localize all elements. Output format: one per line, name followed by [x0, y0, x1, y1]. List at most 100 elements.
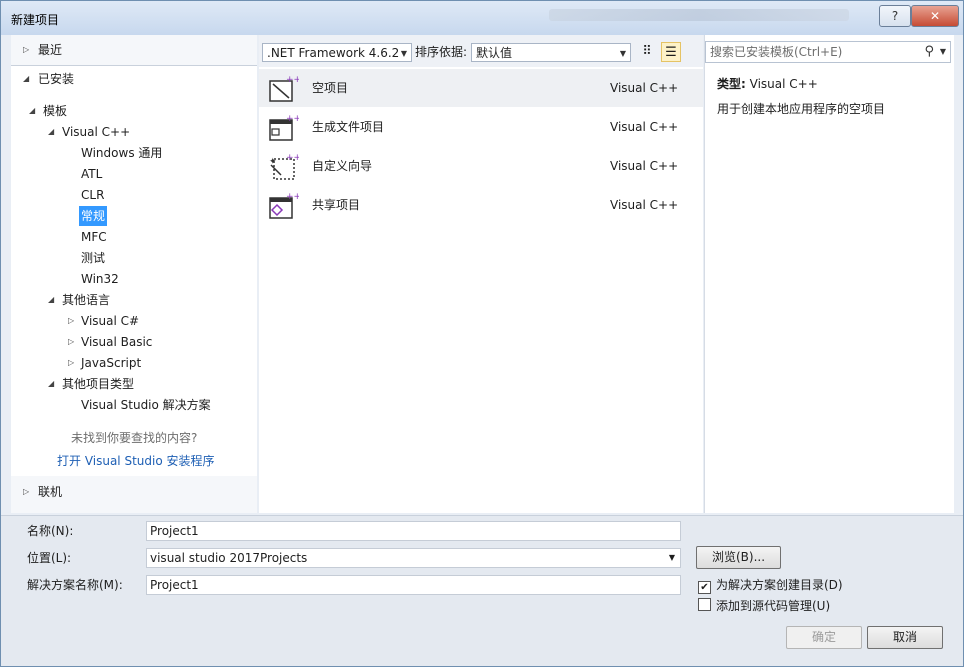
svg-text:++: ++ — [286, 192, 299, 202]
tree-item-win32[interactable]: Win32 — [81, 269, 119, 289]
recent-section[interactable]: ▷ 最近 — [11, 35, 257, 65]
svg-text:++: ++ — [286, 75, 299, 85]
template-tree: ◢ 模板 ◢ Visual C++ Windows 通用 ATL CLR 常规 … — [11, 94, 257, 476]
tree-item-windows-universal[interactable]: Windows 通用 — [81, 143, 162, 163]
search-input[interactable]: 搜索已安装模板(Ctrl+E) ⚲ ▼ — [705, 41, 951, 63]
tree-item-atl[interactable]: ATL — [81, 164, 102, 184]
template-name: 共享项目 — [312, 198, 361, 212]
location-label: 位置(L): — [27, 551, 72, 565]
expand-arrow-icon: ▷ — [23, 45, 30, 54]
solution-name-input[interactable]: Project1 — [146, 575, 681, 595]
expand-arrow-icon[interactable]: ▷ — [68, 311, 74, 331]
template-name: 空项目 — [312, 81, 349, 95]
grid-view-icon[interactable]: ⠿ — [637, 42, 657, 62]
template-item-shared-project[interactable]: ++ 共享项目 Visual C++ — [259, 186, 703, 224]
tree-item-other-project-types[interactable]: 其他项目类型 — [62, 374, 134, 394]
sort-label: 排序依据: — [415, 45, 468, 59]
chevron-down-icon[interactable]: ▼ — [669, 549, 675, 567]
list-view-icon[interactable]: ☰ — [661, 42, 681, 62]
tree-item-visual-cpp[interactable]: Visual C++ — [62, 122, 130, 142]
dialog-title: 新建项目 — [11, 13, 60, 27]
tree-item-mfc[interactable]: MFC — [81, 227, 107, 247]
tree-item-templates[interactable]: 模板 — [43, 101, 67, 121]
tree-item-general[interactable]: 常规 — [79, 206, 108, 226]
help-button[interactable]: ? — [879, 5, 911, 27]
template-item-custom-wizard[interactable]: ✦ ++ 自定义向导 Visual C++ — [259, 147, 703, 185]
checkbox-box — [698, 598, 711, 611]
close-button[interactable]: ✕ — [911, 5, 959, 27]
online-label: 联机 — [38, 485, 63, 499]
chevron-down-icon[interactable]: ▼ — [940, 42, 946, 62]
open-installer-link[interactable]: 打开 Visual Studio 安装程序 — [57, 451, 215, 471]
type-value: Visual C++ — [749, 77, 818, 91]
new-project-dialog: 新建项目 ? ✕ ▷ 最近 ◢ 已安装 ◢ 模板 ◢ Visual C++ Wi… — [0, 0, 964, 667]
sort-value: 默认值 — [476, 46, 513, 60]
sort-select[interactable]: 默认值 ▼ — [471, 43, 631, 62]
checkmark-icon: ✔ — [698, 581, 711, 594]
tree-item-javascript[interactable]: JavaScript — [81, 353, 141, 373]
collapse-arrow-icon[interactable]: ◢ — [48, 290, 54, 310]
template-description: 用于创建本地应用程序的空项目 — [717, 102, 886, 116]
template-language: Visual C++ — [610, 120, 679, 134]
collapse-arrow-icon[interactable]: ◢ — [48, 122, 54, 142]
makefile-project-icon: ++ — [269, 114, 299, 141]
name-input[interactable]: Project1 — [146, 521, 681, 541]
tree-item-visual-basic[interactable]: Visual Basic — [81, 332, 152, 352]
tree-item-visual-csharp[interactable]: Visual C# — [81, 311, 139, 331]
chevron-down-icon: ▼ — [400, 49, 407, 58]
add-source-control-checkbox[interactable]: 添加到源代码管理(U) — [698, 598, 830, 614]
ok-button[interactable]: 确定 — [786, 626, 862, 649]
svg-text:++: ++ — [286, 153, 299, 163]
blurred-overlay — [549, 9, 849, 21]
expand-arrow-icon[interactable]: ▷ — [68, 332, 74, 352]
search-placeholder: 搜索已安装模板(Ctrl+E) — [710, 45, 843, 59]
tree-item-test[interactable]: 测试 — [81, 248, 105, 268]
template-toolbar: .NET Framework 4.6.2 ▼ 排序依据: 默认值 ▼ ⠿ ☰ — [259, 35, 703, 67]
template-language: Visual C++ — [610, 159, 679, 173]
location-value: visual studio 2017Projects — [150, 551, 308, 565]
chevron-down-icon: ▼ — [619, 49, 626, 58]
name-label: 名称(N): — [27, 524, 74, 538]
title-bar: 新建项目 ? ✕ — [1, 1, 963, 35]
framework-value: .NET Framework 4.6.2 — [267, 46, 400, 60]
create-directory-checkbox[interactable]: ✔ 为解决方案创建目录(D) — [698, 577, 843, 594]
custom-wizard-icon: ✦ ++ — [269, 153, 299, 180]
location-input[interactable]: visual studio 2017Projects ▼ — [146, 548, 681, 568]
framework-select[interactable]: .NET Framework 4.6.2 ▼ — [262, 43, 412, 62]
category-pane: ▷ 最近 ◢ 已安装 ◢ 模板 ◢ Visual C++ Windows 通用 … — [11, 35, 257, 513]
online-section[interactable]: ▷ 联机 — [11, 476, 257, 506]
svg-text:✦: ✦ — [269, 157, 277, 167]
template-type-info: 类型: Visual C++ — [717, 75, 818, 92]
tree-item-clr[interactable]: CLR — [81, 185, 104, 205]
installed-label: 已安装 — [38, 72, 75, 86]
not-found-text: 未找到你要查找的内容? — [71, 431, 198, 445]
project-form: 名称(N): Project1 位置(L): visual studio 201… — [1, 515, 963, 666]
solution-name-label: 解决方案名称(M): — [27, 578, 123, 592]
expand-arrow-icon[interactable]: ▷ — [68, 353, 74, 373]
cancel-button[interactable]: 取消 — [867, 626, 943, 649]
svg-text:++: ++ — [286, 114, 299, 124]
template-item-makefile-project[interactable]: ++ 生成文件项目 Visual C++ — [259, 108, 703, 146]
browse-button[interactable]: 浏览(B)... — [696, 546, 781, 569]
solution-name-value: Project1 — [150, 578, 199, 592]
installed-section[interactable]: ◢ 已安装 — [11, 65, 257, 95]
collapse-arrow-icon[interactable]: ◢ — [29, 101, 35, 121]
shared-project-icon: ++ — [269, 192, 299, 219]
template-list-pane: .NET Framework 4.6.2 ▼ 排序依据: 默认值 ▼ ⠿ ☰ +… — [259, 35, 703, 513]
collapse-arrow-icon[interactable]: ◢ — [48, 374, 54, 394]
name-value: Project1 — [150, 524, 199, 538]
tree-item-other-languages[interactable]: 其他语言 — [62, 290, 110, 310]
tree-item-vs-solution[interactable]: Visual Studio 解决方案 — [81, 395, 211, 415]
details-pane: 搜索已安装模板(Ctrl+E) ⚲ ▼ 类型: Visual C++ 用于创建本… — [704, 35, 954, 513]
recent-label: 最近 — [38, 43, 63, 57]
collapse-arrow-icon: ◢ — [23, 74, 30, 83]
add-source-control-label: 添加到源代码管理(U) — [716, 599, 831, 613]
template-name: 生成文件项目 — [312, 120, 385, 134]
search-icon[interactable]: ⚲ — [924, 42, 934, 62]
template-language: Visual C++ — [610, 81, 679, 95]
type-label: 类型: — [717, 77, 746, 91]
empty-project-icon: ++ — [269, 75, 299, 102]
template-item-empty-project[interactable]: ++ 空项目 Visual C++ — [259, 69, 703, 107]
expand-arrow-icon: ▷ — [23, 487, 30, 496]
template-language: Visual C++ — [610, 198, 679, 212]
